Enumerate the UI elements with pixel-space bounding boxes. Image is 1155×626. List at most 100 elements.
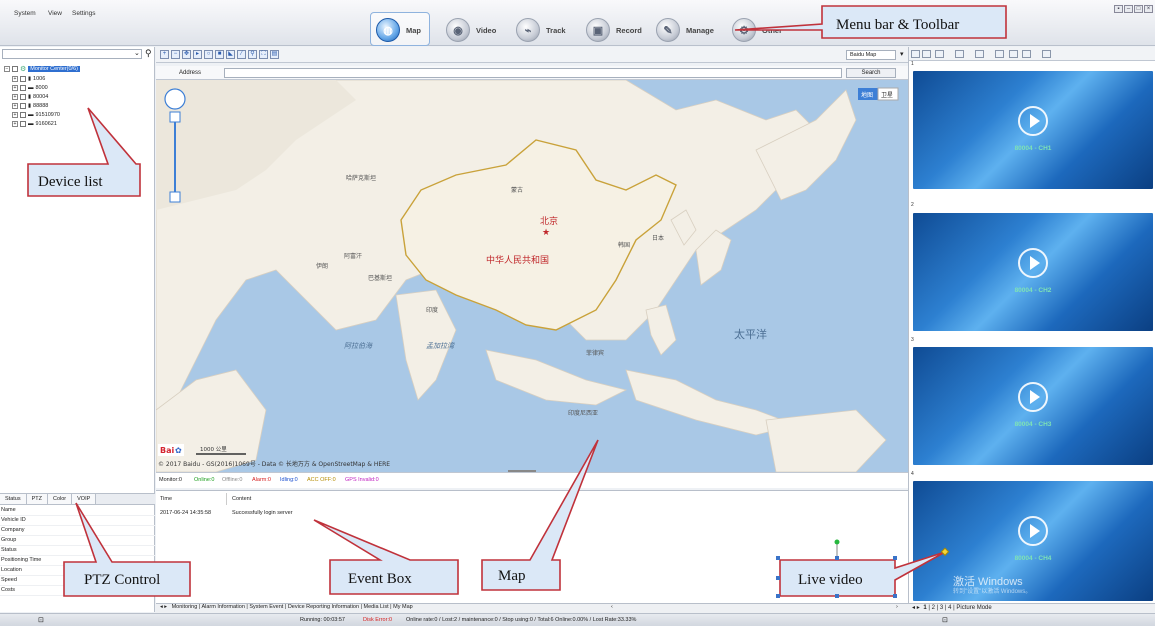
- video-tile[interactable]: 80004 - CH1: [913, 71, 1153, 189]
- skin-icon[interactable]: ▪: [1114, 5, 1123, 13]
- tree-device-item[interactable]: + ▮ 80004: [12, 92, 48, 101]
- tab-system-event[interactable]: System Event: [249, 604, 283, 610]
- expand-icon[interactable]: +: [12, 93, 18, 100]
- zoom-in-icon[interactable]: +: [160, 50, 169, 59]
- close-icon[interactable]: ×: [1144, 5, 1153, 13]
- status-tab-bar: Status PTZ Color VOIP: [0, 493, 155, 505]
- tree-root[interactable]: − ⚙ Monitor Center(0/6): [4, 64, 80, 73]
- search-button[interactable]: Search: [846, 68, 896, 78]
- device-label: 88888: [33, 102, 49, 109]
- page-tab-1[interactable]: 1: [923, 605, 926, 611]
- tree-device-item[interactable]: + ▬ 91510970: [12, 110, 60, 119]
- tab-status[interactable]: Status: [0, 494, 27, 504]
- map-label-pakistan: 巴基斯坦: [368, 274, 392, 282]
- collapse-icon[interactable]: −: [4, 65, 10, 72]
- toolbar-manage-button[interactable]: ✎ Manage: [656, 15, 714, 45]
- map-pan-control[interactable]: [164, 88, 186, 110]
- tab-media-list[interactable]: Media List: [364, 604, 389, 610]
- toolbar-map-button[interactable]: ◍ Map: [376, 15, 421, 45]
- mute-icon[interactable]: [1009, 50, 1018, 58]
- page-tab-picture-mode[interactable]: Picture Mode: [956, 605, 991, 611]
- device-checkbox[interactable]: [20, 93, 26, 100]
- map-zoom-in-icon[interactable]: [169, 111, 181, 123]
- page-tab-3[interactable]: 3: [940, 605, 943, 611]
- tab-scroll-left-icon[interactable]: ◂: [160, 604, 163, 610]
- device-search-input[interactable]: [2, 49, 142, 59]
- legend-online: Online:0: [194, 477, 215, 483]
- page-tab-2[interactable]: 2: [932, 605, 935, 611]
- search-icon[interactable]: ⚲: [145, 48, 152, 59]
- tab-alarm-information[interactable]: Alarm Information: [201, 604, 244, 610]
- tree-device-item[interactable]: + ▬ 9160621: [12, 119, 57, 128]
- pan-icon[interactable]: ✥: [182, 50, 191, 59]
- more-icon[interactable]: [1042, 50, 1051, 58]
- page-tab-4[interactable]: 4: [948, 605, 951, 611]
- video-tile[interactable]: 80004 - CH4 激活 Windows 转到"设置"以激活 Windows…: [913, 481, 1153, 601]
- toolbar-record-button[interactable]: ▣ Record: [586, 15, 642, 45]
- video-record-icon[interactable]: [975, 50, 984, 58]
- minimize-icon[interactable]: –: [1124, 5, 1133, 13]
- video-capture-icon[interactable]: [995, 50, 1004, 58]
- tree-device-item[interactable]: + ▬ 8000: [12, 83, 48, 92]
- video-tile[interactable]: 80004 - CH3: [913, 347, 1153, 465]
- polygon-tool-icon[interactable]: ◣: [226, 50, 235, 59]
- expand-icon[interactable]: +: [12, 111, 18, 118]
- device-checkbox[interactable]: [20, 120, 26, 127]
- circle-tool-icon[interactable]: ○: [204, 50, 213, 59]
- video-layout-icon[interactable]: [911, 50, 920, 58]
- tree-device-item[interactable]: + ▮ 88888: [12, 101, 48, 110]
- expand-icon[interactable]: +: [12, 120, 18, 127]
- toolbar-video-button[interactable]: ◉ Video: [446, 15, 496, 45]
- map-zoom-out-icon[interactable]: [169, 191, 181, 203]
- video-tile[interactable]: 80004 - CH2: [913, 213, 1153, 331]
- hscroll-left-icon[interactable]: ‹: [611, 604, 613, 610]
- expand-icon[interactable]: +: [12, 75, 18, 82]
- maximize-icon[interactable]: □: [1134, 5, 1143, 13]
- menu-system[interactable]: System: [14, 10, 36, 17]
- menu-view[interactable]: View: [48, 10, 62, 17]
- address-input[interactable]: [224, 68, 842, 78]
- device-checkbox[interactable]: [20, 102, 26, 109]
- rectangle-tool-icon[interactable]: ■: [215, 50, 224, 59]
- line-tool-icon[interactable]: ⁄: [237, 50, 246, 59]
- toolbar-track-button[interactable]: ⌁ Track: [516, 15, 566, 45]
- tab-voip[interactable]: VOIP: [72, 494, 97, 504]
- tab-device-reporting[interactable]: Device Reporting Information: [288, 604, 359, 610]
- tree-root-checkbox[interactable]: [12, 65, 18, 72]
- map-canvas[interactable]: 北京 ★ 中华人民共和国 蒙古 哈萨克斯坦 太平洋 日本 韩国 印度 印度尼西亚…: [156, 80, 908, 472]
- fullscreen-icon[interactable]: ⛶: [259, 50, 268, 59]
- expand-icon[interactable]: +: [12, 84, 18, 91]
- splitter-handle[interactable]: [508, 470, 536, 472]
- pin-icon[interactable]: ▸: [193, 50, 202, 59]
- page-right-icon[interactable]: ▸: [917, 605, 920, 611]
- device-checkbox[interactable]: [20, 111, 26, 118]
- device-label: 9160621: [35, 120, 57, 127]
- device-label: 8000: [35, 84, 48, 91]
- tab-monitoring[interactable]: Monitoring: [172, 604, 198, 610]
- device-checkbox[interactable]: [20, 75, 26, 82]
- zoom-out-icon[interactable]: −: [171, 50, 180, 59]
- page-left-icon[interactable]: ◂: [912, 605, 915, 611]
- toolbar-other-button[interactable]: ⚙ Other: [732, 15, 782, 45]
- video-layout2-icon[interactable]: [922, 50, 931, 58]
- layers-icon[interactable]: ▤: [270, 50, 279, 59]
- collapse-right-icon[interactable]: ⊡: [942, 616, 948, 624]
- map-source-select[interactable]: Baidu Map: [846, 50, 896, 60]
- hscroll-right-icon[interactable]: ›: [896, 604, 898, 610]
- map-view[interactable]: 北京 ★ 中华人民共和国 蒙古 哈萨克斯坦 太平洋 日本 韩国 印度 印度尼西亚…: [156, 80, 908, 472]
- expand-icon[interactable]: +: [12, 102, 18, 109]
- search-area-icon[interactable]: ⚲: [248, 50, 257, 59]
- tab-scroll-right-icon[interactable]: ▸: [164, 604, 167, 610]
- collapse-left-icon[interactable]: ⊡: [38, 616, 44, 624]
- device-checkbox[interactable]: [20, 84, 26, 91]
- play-icon[interactable]: [1022, 50, 1031, 58]
- tab-color[interactable]: Color: [47, 494, 73, 504]
- dropdown-arrow-icon[interactable]: ⌄: [134, 49, 140, 57]
- tab-my-map[interactable]: My Map: [393, 604, 413, 610]
- video-grid-icon[interactable]: [955, 50, 964, 58]
- tree-device-item[interactable]: + ▮ 1006: [12, 74, 45, 83]
- tab-ptz[interactable]: PTZ: [26, 494, 48, 504]
- chevron-down-icon[interactable]: ▾: [900, 50, 904, 58]
- video-split-icon[interactable]: [935, 50, 944, 58]
- menu-settings[interactable]: Settings: [72, 10, 96, 17]
